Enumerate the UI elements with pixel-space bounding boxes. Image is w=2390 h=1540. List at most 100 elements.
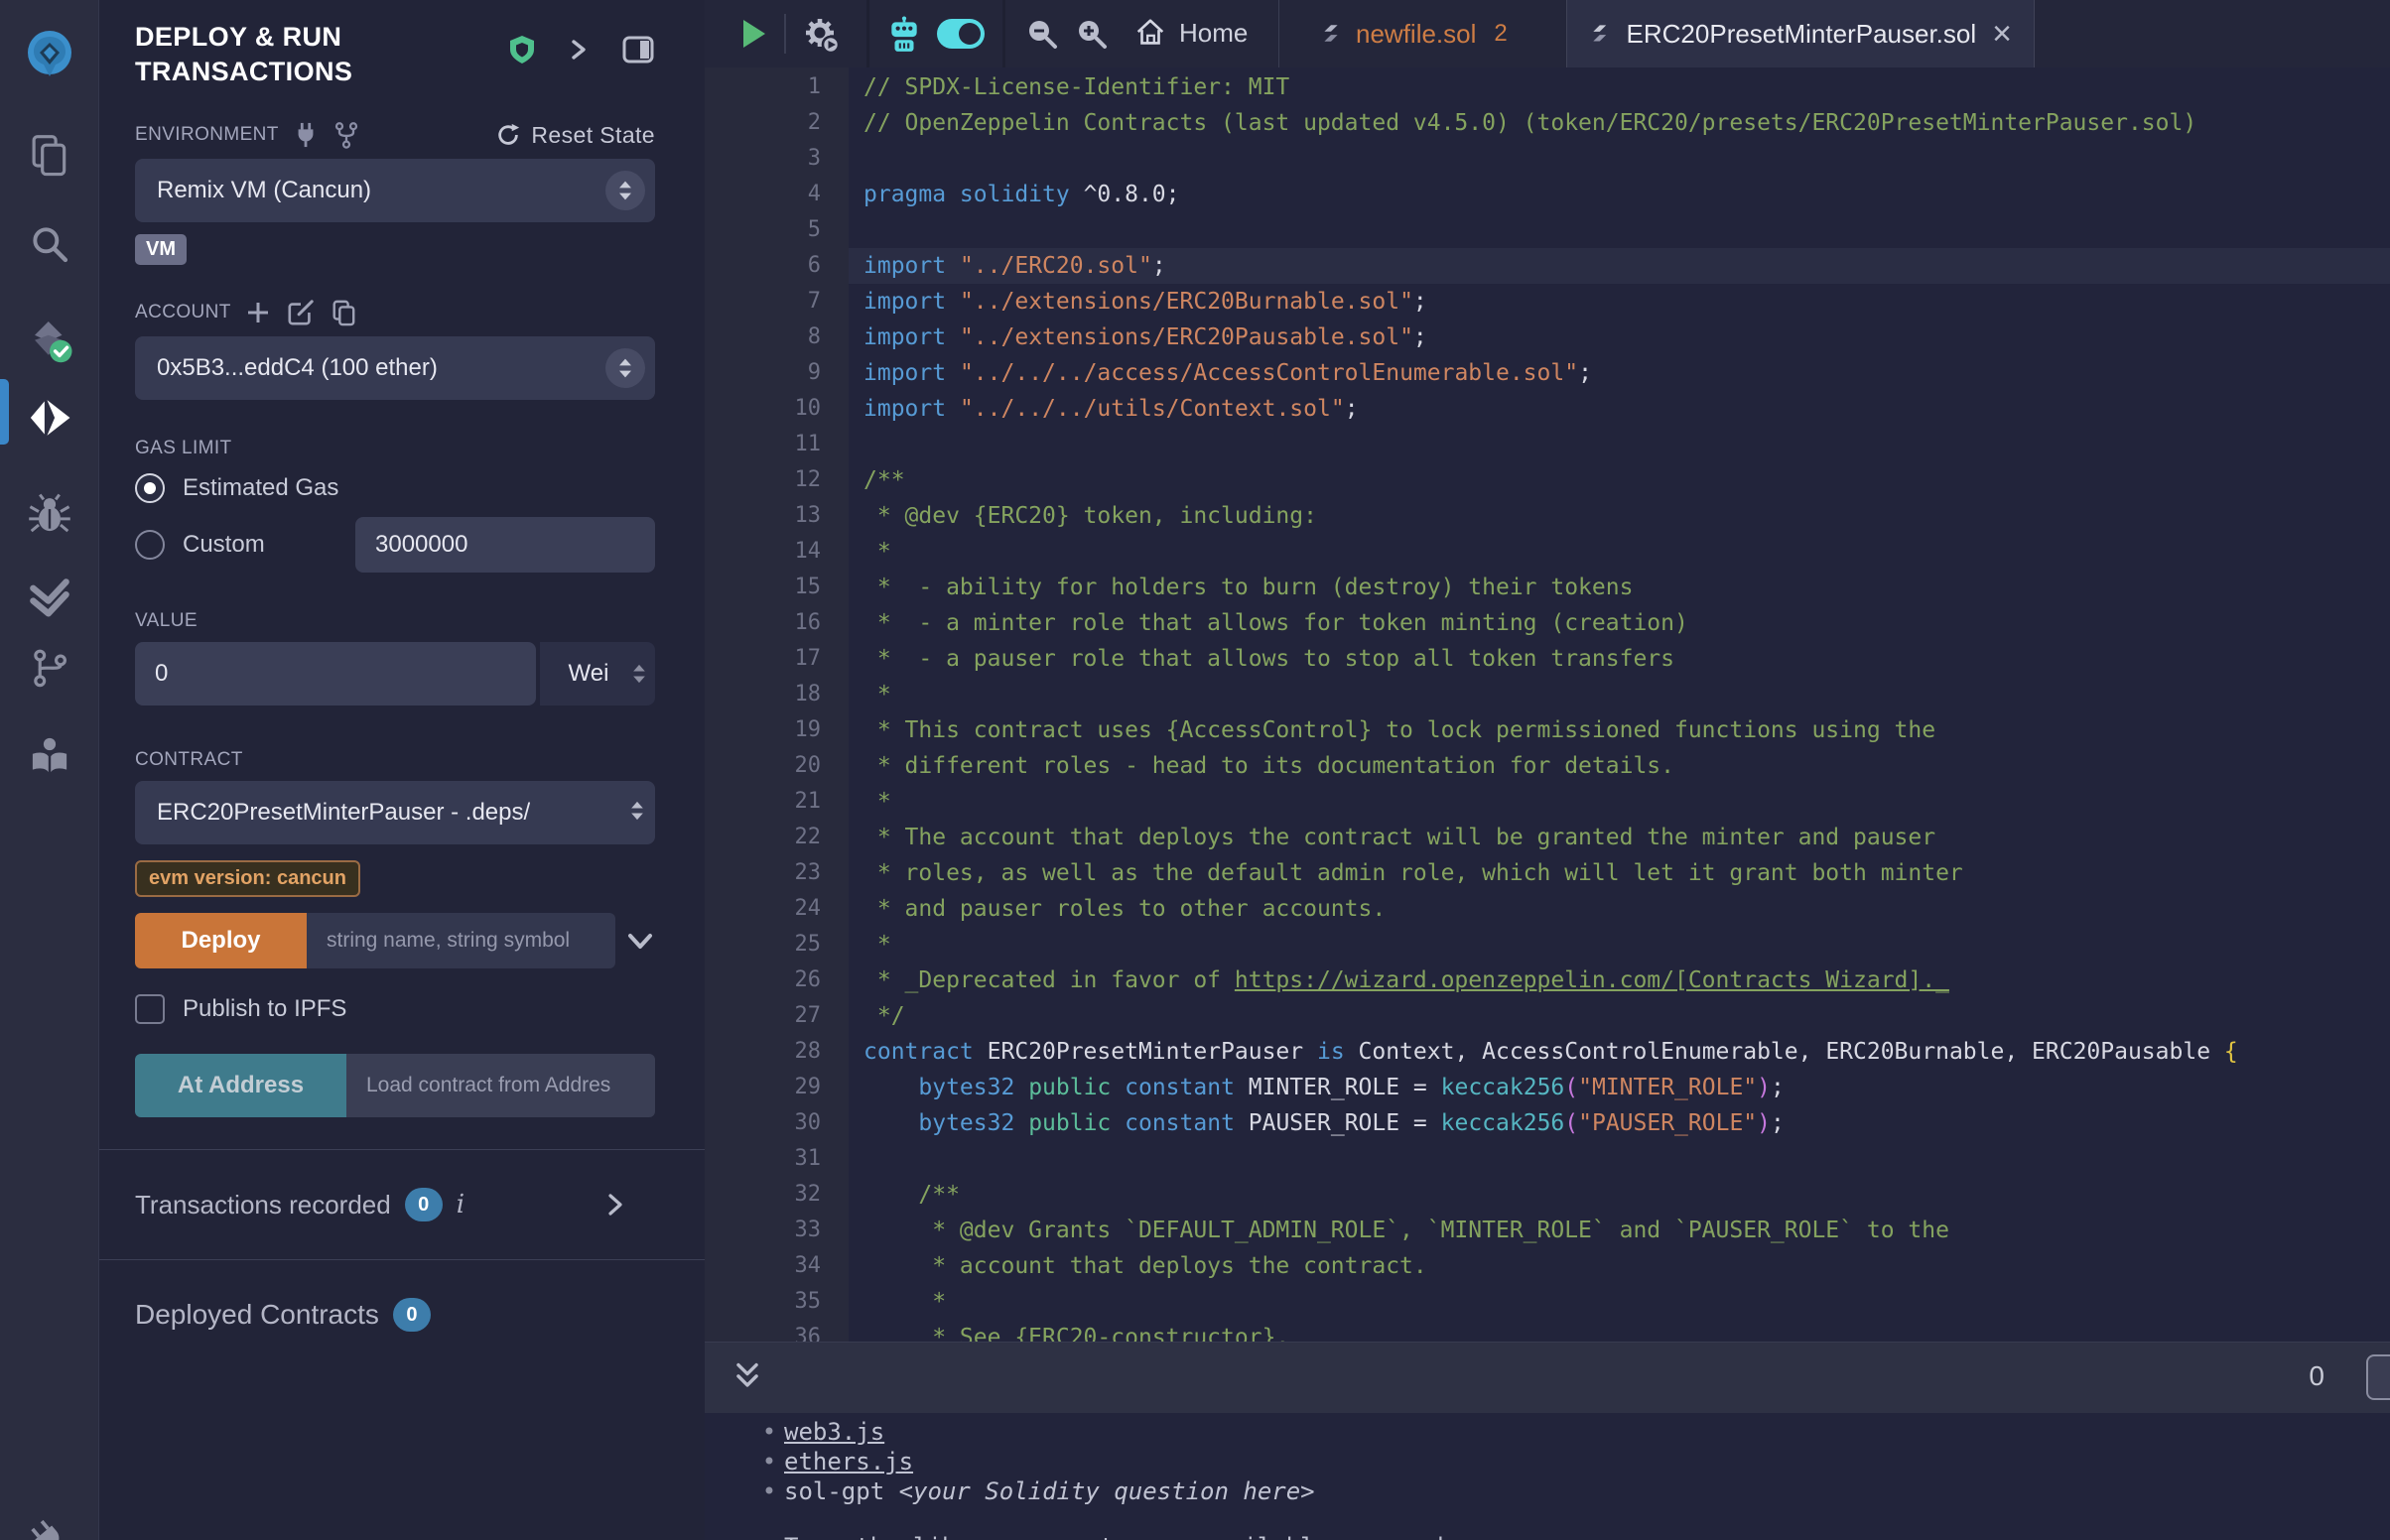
code-line[interactable]: * bbox=[863, 784, 2390, 820]
code-line[interactable]: // SPDX-License-Identifier: MIT bbox=[863, 69, 2390, 105]
remix-logo-icon[interactable] bbox=[22, 27, 77, 82]
value-input[interactable] bbox=[135, 642, 536, 706]
code-line[interactable]: * @dev {ERC20} token, including: bbox=[863, 498, 2390, 534]
estimated-gas-radio[interactable] bbox=[135, 473, 165, 503]
solidity-compiler-icon[interactable] bbox=[22, 314, 77, 369]
code-line[interactable]: /** bbox=[863, 462, 2390, 498]
code-line[interactable]: * bbox=[863, 927, 2390, 962]
code-line[interactable]: * account that deploys the contract. bbox=[863, 1248, 2390, 1284]
collapse-terminal-icon[interactable] bbox=[730, 1360, 764, 1394]
collapse-panel-icon[interactable] bbox=[568, 36, 590, 64]
script-config-gear-icon[interactable] bbox=[802, 16, 842, 56]
add-account-icon[interactable] bbox=[245, 300, 271, 325]
zoom-out-icon[interactable] bbox=[1024, 16, 1060, 52]
deployed-contracts-label: Deployed Contracts bbox=[135, 1299, 379, 1331]
terminal-list-item[interactable]: •sol-gpt <your Solidity question here> bbox=[754, 1476, 2390, 1506]
publish-ipfs-checkbox[interactable] bbox=[135, 994, 165, 1024]
terminal-list-item[interactable]: •ethers.js bbox=[754, 1447, 2390, 1476]
code-line[interactable]: * roles, as well as the default admin ro… bbox=[863, 855, 2390, 891]
deploy-args-input[interactable] bbox=[307, 913, 615, 968]
terminal-list-item[interactable]: •web3.js bbox=[754, 1417, 2390, 1447]
at-address-button[interactable]: At Address bbox=[135, 1054, 346, 1117]
code-line[interactable] bbox=[863, 1141, 2390, 1177]
at-address-input[interactable] bbox=[346, 1054, 655, 1117]
tab-newfile-sol[interactable]: newfile.sol 2 bbox=[1300, 0, 1527, 67]
terminal-search-input[interactable] bbox=[2366, 1354, 2390, 1400]
code-line[interactable]: * bbox=[863, 534, 2390, 570]
code-line[interactable]: pragma solidity ^0.8.0; bbox=[863, 177, 2390, 212]
code-line[interactable]: import "../../../utils/Context.sol"; bbox=[863, 391, 2390, 427]
edit-account-icon[interactable] bbox=[287, 299, 315, 326]
code-line[interactable] bbox=[863, 141, 2390, 177]
code-line[interactable]: * bbox=[863, 1284, 2390, 1320]
value-unit-select[interactable]: Wei bbox=[540, 642, 655, 706]
vm-badge: VM bbox=[135, 234, 187, 265]
code-line[interactable]: * The account that deploys the contract … bbox=[863, 820, 2390, 855]
code-line[interactable]: bytes32 public constant MINTER_ROLE = ke… bbox=[863, 1070, 2390, 1105]
code-line[interactable]: contract ERC20PresetMinterPauser is Cont… bbox=[863, 1034, 2390, 1070]
code-line[interactable]: * @dev Grants `DEFAULT_ADMIN_ROLE`, `MIN… bbox=[863, 1213, 2390, 1248]
code-line[interactable]: * See {ERC20-constructor}. bbox=[863, 1320, 2390, 1342]
estimated-gas-option[interactable]: Estimated Gas bbox=[135, 473, 655, 503]
unit-testing-icon[interactable] bbox=[22, 571, 77, 626]
code-content[interactable]: // SPDX-License-Identifier: MIT// OpenZe… bbox=[849, 67, 2390, 1342]
code-line[interactable]: * different roles - head to its document… bbox=[863, 748, 2390, 784]
code-line[interactable]: * This contract uses {AccessControl} to … bbox=[863, 712, 2390, 748]
code-line[interactable]: * - a minter role that allows for token … bbox=[863, 605, 2390, 641]
code-line[interactable]: * - a pauser role that allows to stop al… bbox=[863, 641, 2390, 677]
icon-rail bbox=[0, 0, 99, 1540]
plug-icon[interactable] bbox=[293, 121, 319, 149]
code-line[interactable]: * and pauser roles to other accounts. bbox=[863, 891, 2390, 927]
debugger-icon[interactable] bbox=[22, 486, 77, 542]
book-icon[interactable] bbox=[22, 727, 77, 783]
tab-erc20presetminterpauser-sol[interactable]: ERC20PresetMinterPauser.sol × bbox=[1566, 0, 2035, 67]
split-view-icon[interactable] bbox=[621, 34, 655, 65]
ai-copilot-toggle[interactable] bbox=[937, 19, 985, 49]
fork-environment-icon[interactable] bbox=[332, 121, 360, 149]
environment-select[interactable]: Remix VM (Cancun) bbox=[135, 159, 655, 222]
chevron-down-icon[interactable] bbox=[625, 928, 655, 954]
close-tab-icon[interactable]: × bbox=[1992, 17, 2012, 51]
code-line[interactable]: * - ability for holders to burn (destroy… bbox=[863, 570, 2390, 605]
custom-gas-option[interactable]: Custom bbox=[135, 517, 655, 573]
run-script-icon[interactable] bbox=[737, 16, 769, 52]
reset-state-button[interactable]: Reset State bbox=[495, 122, 655, 149]
copy-account-icon[interactable] bbox=[331, 299, 356, 326]
custom-gas-input[interactable] bbox=[355, 517, 655, 573]
line-number: 35 bbox=[705, 1284, 821, 1320]
account-select[interactable]: 0x5B3...eddC4 (100 ether) bbox=[135, 336, 655, 400]
code-line[interactable]: import "../../../access/AccessControlEnu… bbox=[863, 355, 2390, 391]
deploy-button[interactable]: Deploy bbox=[135, 913, 307, 968]
line-number: 36 bbox=[705, 1320, 821, 1342]
file-explorer-icon[interactable] bbox=[22, 127, 77, 183]
code-line[interactable]: * _Deprecated in favor of https://wizard… bbox=[863, 962, 2390, 998]
contract-select[interactable]: ERC20PresetMinterPauser - .deps/ bbox=[135, 781, 655, 844]
custom-gas-radio[interactable] bbox=[135, 530, 165, 560]
code-line[interactable]: import "../ERC20.sol"; bbox=[849, 248, 2390, 284]
chevron-right-icon[interactable] bbox=[605, 1191, 625, 1219]
deployed-count-badge: 0 bbox=[393, 1298, 431, 1332]
code-line[interactable]: */ bbox=[863, 998, 2390, 1034]
search-icon[interactable] bbox=[22, 216, 77, 272]
code-line[interactable] bbox=[863, 427, 2390, 462]
transactions-recorded-row[interactable]: Transactions recorded 0 i bbox=[135, 1150, 655, 1259]
code-line[interactable]: import "../extensions/ERC20Pausable.sol"… bbox=[863, 320, 2390, 355]
plugin-manager-icon[interactable] bbox=[22, 1512, 77, 1540]
ai-copilot-robot-icon[interactable] bbox=[885, 16, 923, 54]
publish-ipfs-option[interactable]: Publish to IPFS bbox=[135, 994, 655, 1024]
code-editor[interactable]: 1234567891011121314151617181920212223242… bbox=[705, 67, 2390, 1342]
git-icon[interactable] bbox=[22, 641, 77, 697]
code-line[interactable]: import "../extensions/ERC20Burnable.sol"… bbox=[863, 284, 2390, 320]
deployed-contracts-row: Deployed Contracts 0 bbox=[135, 1260, 655, 1369]
code-line[interactable]: /** bbox=[863, 1177, 2390, 1213]
code-line[interactable]: * bbox=[863, 677, 2390, 712]
terminal-output[interactable]: •web3.js•ethers.js•sol-gpt <your Solidit… bbox=[705, 1413, 2390, 1540]
zoom-in-icon[interactable] bbox=[1074, 16, 1110, 52]
deploy-run-icon[interactable] bbox=[22, 390, 77, 446]
code-line[interactable]: bytes32 public constant PAUSER_ROLE = ke… bbox=[863, 1105, 2390, 1141]
tab-home[interactable]: Home bbox=[1133, 16, 1248, 50]
code-line[interactable] bbox=[863, 212, 2390, 248]
code-line[interactable]: // OpenZeppelin Contracts (last updated … bbox=[863, 105, 2390, 141]
line-number: 33 bbox=[705, 1213, 821, 1248]
line-number: 13 bbox=[705, 498, 821, 534]
